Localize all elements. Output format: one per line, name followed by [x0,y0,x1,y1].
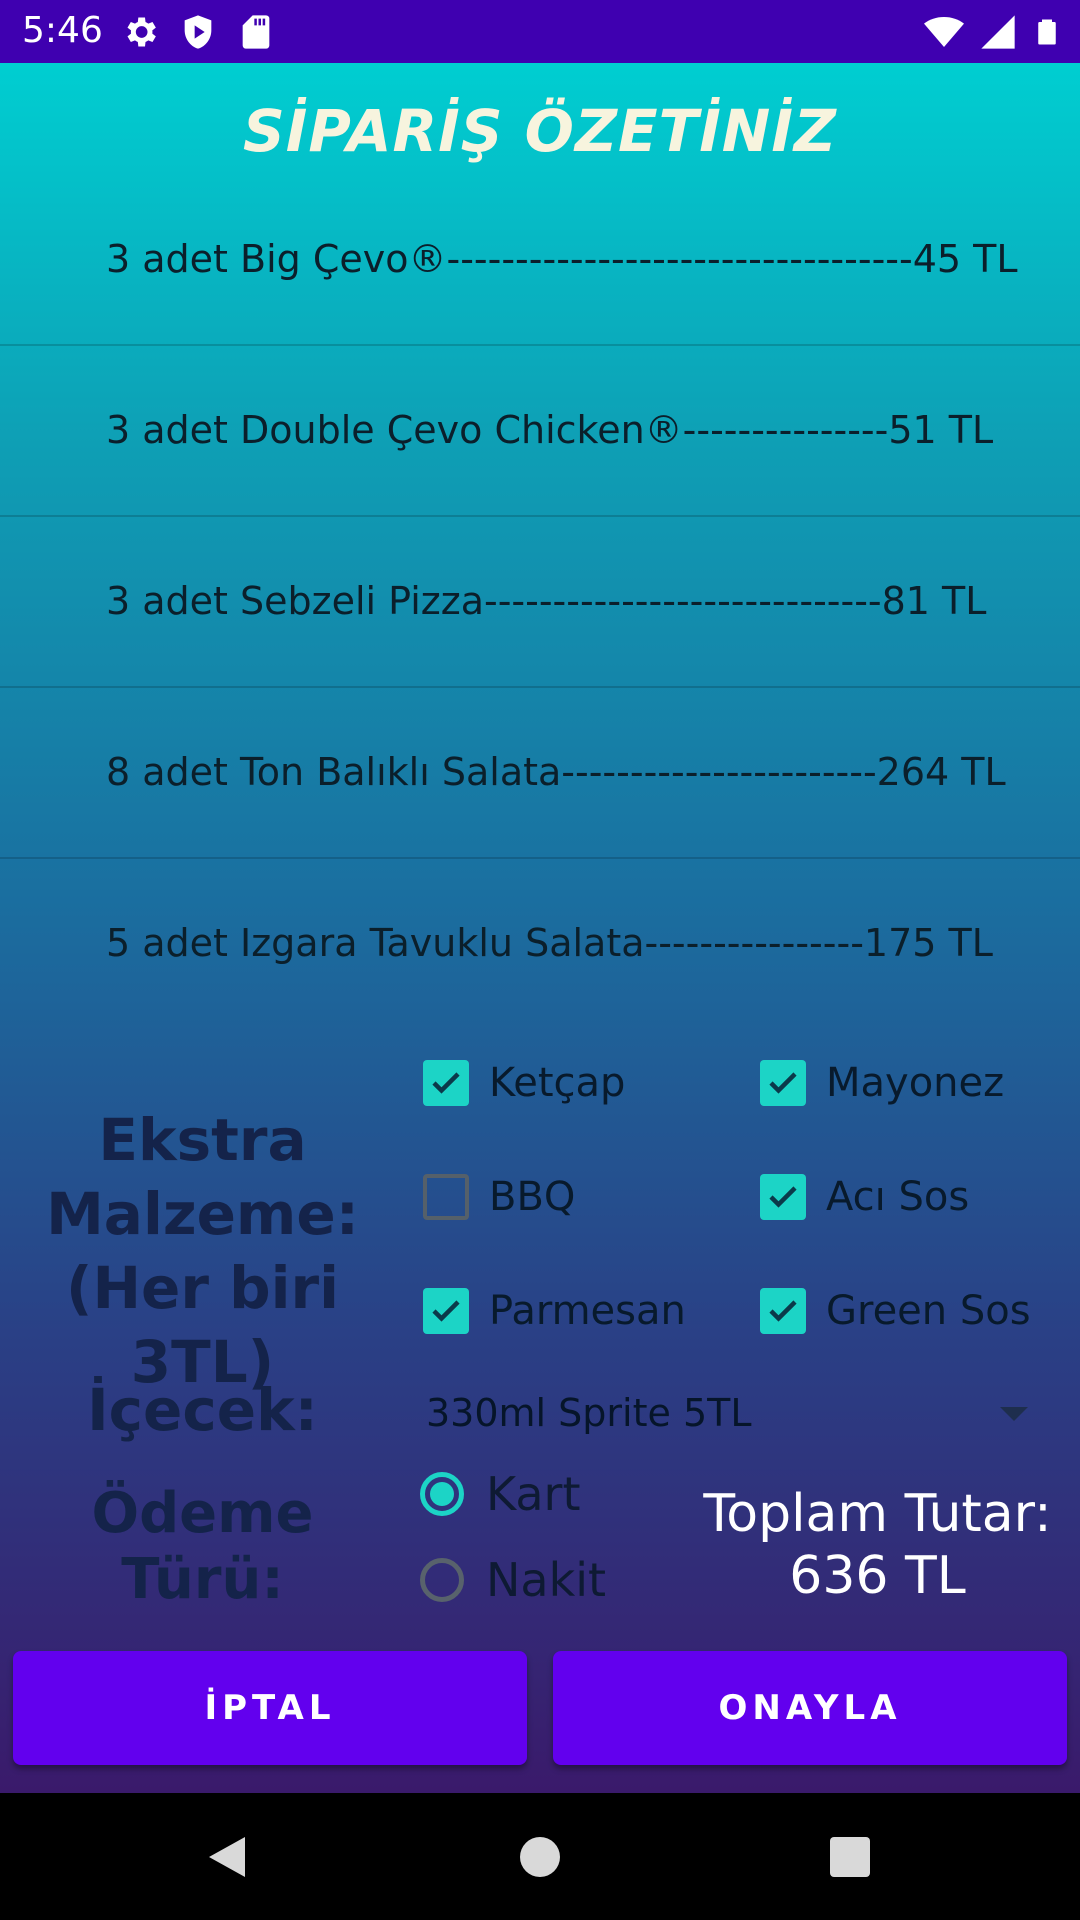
payment-label-line: Ödeme [91,1481,314,1546]
checkbox-checked-icon [760,1174,806,1220]
checkbox-label: Acı Sos [826,1174,970,1220]
radio-unselected-icon [420,1558,464,1602]
extras-label: Ekstra Malzeme: (Her biri 3TL) [0,1103,405,1399]
shield-play-icon [184,15,212,49]
checkbox-checked-icon [760,1060,806,1106]
back-icon[interactable] [205,1833,249,1881]
order-item: 3 adet Sebzeli Pizza--------------------… [0,515,1080,688]
cancel-button[interactable]: İPTAL [13,1651,527,1765]
extras-label-line: Malzeme: [46,1180,359,1248]
checkbox-parmesan[interactable]: Parmesan [423,1288,686,1334]
drink-selected-value: 330ml Sprite 5TL [426,1391,752,1435]
radio-kart[interactable]: Kart [420,1467,581,1521]
order-item: 3 adet Big Çevo®------------------------… [0,173,1080,346]
status-time: 5:46 [22,10,103,51]
checkbox-aci-sos[interactable]: Acı Sos [760,1174,969,1220]
order-item-text: 3 adet Double Çevo Chicken®-------------… [106,407,994,452]
order-item-text: 5 adet Izgara Tavuklu Salata------------… [106,920,993,965]
page-title: SİPARİŞ ÖZETİNİZ [243,97,837,165]
order-item: 3 adet Double Çevo Chicken®-------------… [0,344,1080,517]
total-value: 636 TL [789,1546,966,1606]
order-item: 8 adet Ton Balıklı Salata---------------… [0,686,1080,859]
signal-icon [981,15,1015,49]
checkbox-ketcap[interactable]: Ketçap [423,1060,625,1106]
status-bar: 5:46 [0,0,1080,63]
dropdown-arrow-icon [1000,1407,1028,1421]
sd-card-icon [242,15,270,49]
order-item-text: 3 adet Big Çevo®------------------------… [106,236,1018,281]
wifi-icon [924,17,964,47]
home-icon[interactable] [520,1837,560,1877]
checkbox-label: Green Sos [826,1288,1031,1334]
recent-apps-icon[interactable] [830,1837,870,1877]
checkbox-green-sos[interactable]: Green Sos [760,1288,1031,1334]
checkbox-label: Mayonez [826,1060,1005,1106]
navigation-bar [0,1793,1080,1920]
battery-icon [1038,19,1056,45]
checkbox-unchecked-icon [423,1174,469,1220]
checkbox-checked-icon [423,1060,469,1106]
order-item-text: 3 adet Sebzeli Pizza--------------------… [106,578,987,623]
order-summary-screen: SİPARİŞ ÖZETİNİZ 3 adet Big Çevo®-------… [0,63,1080,1793]
total-amount: Toplam Tutar: 636 TL [700,1483,1055,1607]
confirm-button[interactable]: ONAYLA [553,1651,1067,1765]
gear-icon [127,17,156,47]
payment-label: Ödeme Türü: [0,1481,405,1613]
order-item: 5 adet Izgara Tavuklu Salata------------… [0,857,1080,1028]
checkbox-label: Ketçap [489,1060,626,1106]
drink-dropdown[interactable]: 330ml Sprite 5TL [426,1383,1036,1449]
payment-label-line: Türü: [121,1547,284,1612]
checkbox-checked-icon [760,1288,806,1334]
extras-label-line: Ekstra [98,1106,307,1174]
radio-nakit[interactable]: Nakit [420,1553,606,1607]
checkbox-checked-icon [423,1288,469,1334]
total-label: Toplam Tutar: [703,1484,1052,1544]
checkbox-label: BBQ [489,1174,576,1220]
checkbox-bbq[interactable]: BBQ [423,1174,575,1220]
checkbox-label: Parmesan [489,1288,686,1334]
status-icons-left [120,12,276,52]
status-icons-right [924,12,1062,52]
radio-selected-icon [420,1472,464,1516]
checkbox-mayonez[interactable]: Mayonez [760,1060,1004,1106]
drink-label: İçecek: [87,1376,318,1444]
order-item-text: 8 adet Ton Balıklı Salata---------------… [106,749,1006,794]
radio-label: Nakit [486,1553,607,1607]
radio-label: Kart [486,1467,581,1521]
